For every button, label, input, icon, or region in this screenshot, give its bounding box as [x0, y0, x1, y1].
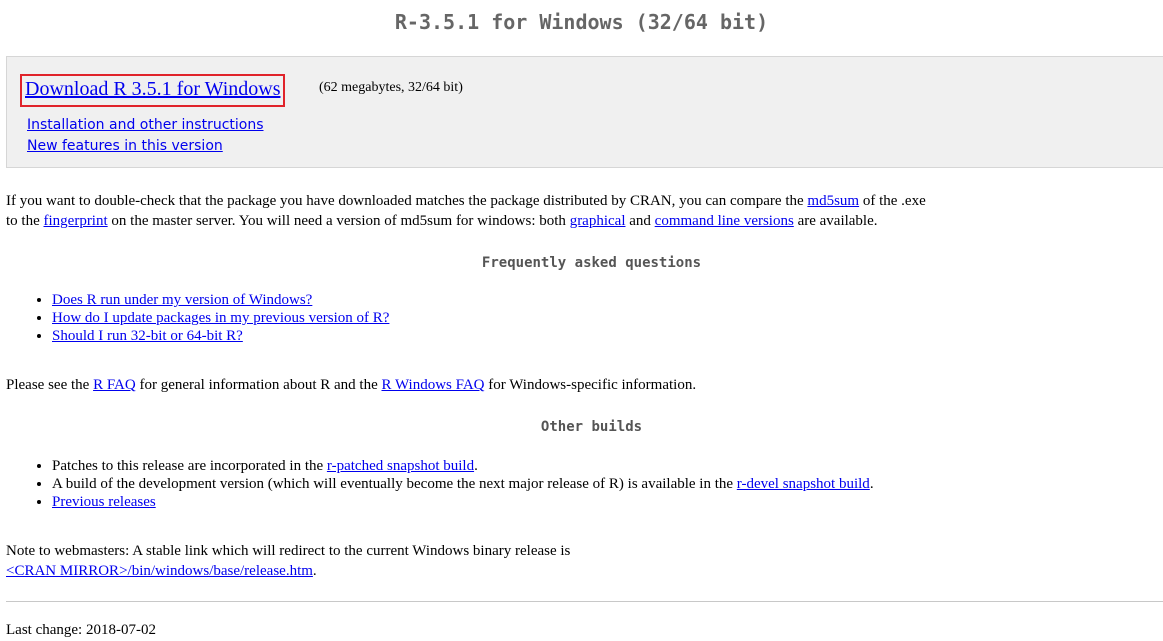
- release-htm-link[interactable]: <CRAN MIRROR>/bin/windows/base/release.h…: [6, 563, 313, 579]
- download-box: Download R 3.5.1 for Windows (62 megabyt…: [6, 56, 1163, 168]
- list-item: How do I update packages in my previous …: [52, 309, 389, 327]
- list-item: Previous releases: [52, 493, 874, 511]
- faq-windows-version-link[interactable]: Does R run under my version of Windows?: [52, 292, 312, 308]
- faq-update-packages-link[interactable]: How do I update packages in my previous …: [52, 310, 389, 326]
- r-devel-snapshot-link[interactable]: r-devel snapshot build: [737, 476, 870, 492]
- other-builds-list: Patches to this release are incorporated…: [0, 457, 874, 511]
- md5-paragraph: If you want to double-check that the pac…: [6, 193, 926, 229]
- faq-info-paragraph: Please see the R FAQ for general informa…: [6, 377, 697, 393]
- list-item: A build of the development version (whic…: [52, 475, 874, 493]
- fingerprint-link[interactable]: fingerprint: [44, 213, 108, 229]
- previous-releases-link[interactable]: Previous releases: [52, 494, 156, 510]
- faq-list: Does R run under my version of Windows? …: [0, 291, 389, 345]
- faq-32-64-bit-link[interactable]: Should I run 32-bit or 64-bit R?: [52, 328, 243, 344]
- last-change-text: Last change: 2018-07-02: [6, 622, 156, 638]
- list-item: Should I run 32-bit or 64-bit R?: [52, 327, 389, 345]
- installation-instructions-link[interactable]: Installation and other instructions: [27, 117, 264, 133]
- download-highlight-frame: Download R 3.5.1 for Windows: [20, 74, 286, 107]
- other-builds-heading: Other builds: [540, 419, 643, 435]
- download-r-link[interactable]: Download R 3.5.1 for Windows: [25, 78, 280, 100]
- md5sum-link[interactable]: md5sum: [807, 193, 859, 209]
- r-faq-link[interactable]: R FAQ: [93, 377, 136, 393]
- page-title: R-3.5.1 for Windows (32/64 bit): [394, 10, 769, 34]
- graphical-link[interactable]: graphical: [570, 213, 626, 229]
- new-features-link[interactable]: New features in this version: [27, 138, 223, 154]
- footer-divider: [6, 601, 1163, 602]
- command-line-versions-link[interactable]: command line versions: [655, 213, 794, 229]
- r-patched-snapshot-link[interactable]: r-patched snapshot build: [327, 458, 474, 474]
- faq-heading: Frequently asked questions: [481, 255, 702, 271]
- list-item: Patches to this release are incorporated…: [52, 457, 874, 475]
- webmasters-note: Note to webmasters: A stable link which …: [6, 543, 571, 579]
- r-windows-faq-link[interactable]: R Windows FAQ: [381, 377, 484, 393]
- list-item: Does R run under my version of Windows?: [52, 291, 389, 309]
- download-size-note: (62 megabytes, 32/64 bit): [319, 80, 463, 95]
